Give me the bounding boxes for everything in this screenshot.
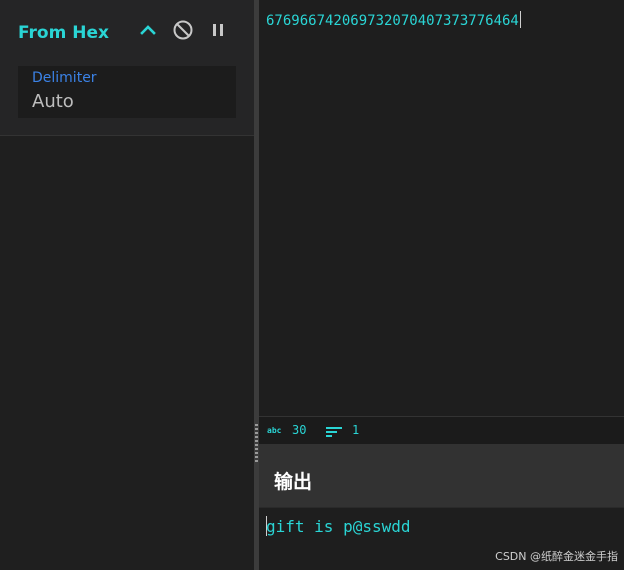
input-editor[interactable]: 676966742069732070407373776464 (259, 0, 624, 416)
output-text[interactable]: gift is p@sswdd (266, 516, 411, 536)
input-value: 676966742069732070407373776464 (266, 13, 519, 29)
input-length: 30 (292, 423, 307, 437)
chevron-up-icon[interactable] (136, 18, 160, 42)
watermark: CSDN @纸醉金迷金手指 (495, 550, 618, 563)
output-header: 输出 (259, 444, 624, 508)
pause-icon[interactable] (206, 18, 230, 42)
recipe-panel: From Hex Delimiter Auto (0, 0, 254, 570)
text-caret (519, 11, 521, 28)
operation-title: From Hex (18, 23, 109, 43)
abc-icon: abc (267, 426, 282, 435)
input-line-count: 1 (352, 423, 360, 437)
delimiter-value[interactable]: Auto (32, 91, 74, 112)
output-value: gift is p@sswdd (266, 517, 411, 536)
resize-handle[interactable] (255, 424, 258, 464)
disable-icon[interactable] (171, 18, 195, 42)
input-text[interactable]: 676966742069732070407373776464 (266, 11, 521, 29)
lines-icon (326, 427, 342, 437)
operation-from-hex: From Hex Delimiter Auto (0, 0, 254, 136)
input-stats-bar: abc 30 1 (259, 416, 624, 444)
delimiter-label: Delimiter (32, 70, 97, 86)
output-title: 输出 (274, 471, 313, 493)
delimiter-field[interactable]: Delimiter Auto (18, 66, 236, 118)
